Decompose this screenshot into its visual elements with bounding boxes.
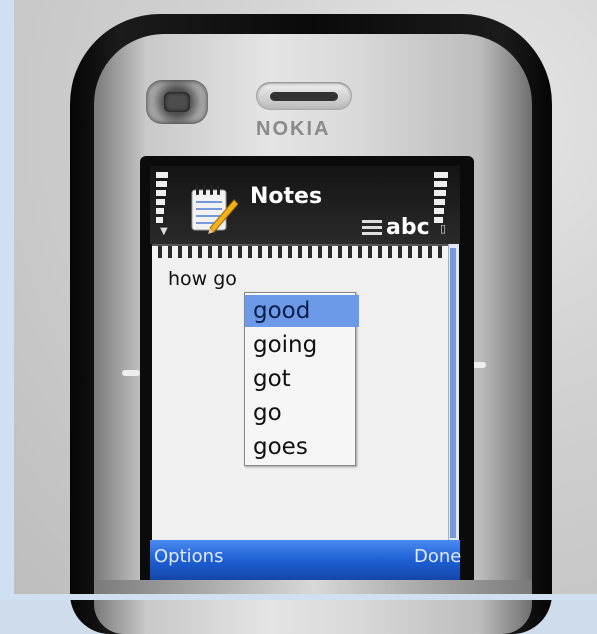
suggestion-item[interactable]: got [251, 363, 353, 395]
battery-icon [434, 172, 448, 228]
input-mode-icon [362, 217, 382, 238]
battery-small-icon: ▯ [440, 222, 447, 235]
signal-strength-icon [156, 172, 168, 228]
bottom-border [0, 594, 597, 600]
left-border [0, 0, 14, 600]
scroll-thumb[interactable] [450, 248, 456, 538]
scrollbar[interactable] [448, 244, 459, 540]
suggestion-item[interactable]: goes [251, 431, 353, 463]
predictive-suggestion-list: good going got go goes [244, 292, 359, 466]
suggestion-item[interactable]: going [251, 329, 353, 361]
input-mode-label: abc [386, 214, 430, 240]
input-mode-indicator: abc [362, 214, 430, 240]
left-side-key[interactable] [122, 370, 140, 376]
front-camera [146, 80, 208, 124]
earpiece [256, 82, 352, 110]
app-title: Notes [250, 184, 323, 209]
signal-arrow-icon: ▼ [160, 226, 168, 237]
notes-app-icon [191, 185, 238, 234]
note-text[interactable]: how go [168, 268, 237, 290]
suggestion-item[interactable]: good [245, 295, 359, 327]
options-softkey[interactable]: Options [154, 546, 223, 567]
brand-logo: NOKIA [256, 118, 331, 140]
camera-lens [164, 92, 190, 112]
earpiece-slot [270, 92, 338, 101]
done-softkey[interactable]: Done [414, 546, 461, 567]
suggestion-item[interactable]: go [251, 397, 353, 429]
